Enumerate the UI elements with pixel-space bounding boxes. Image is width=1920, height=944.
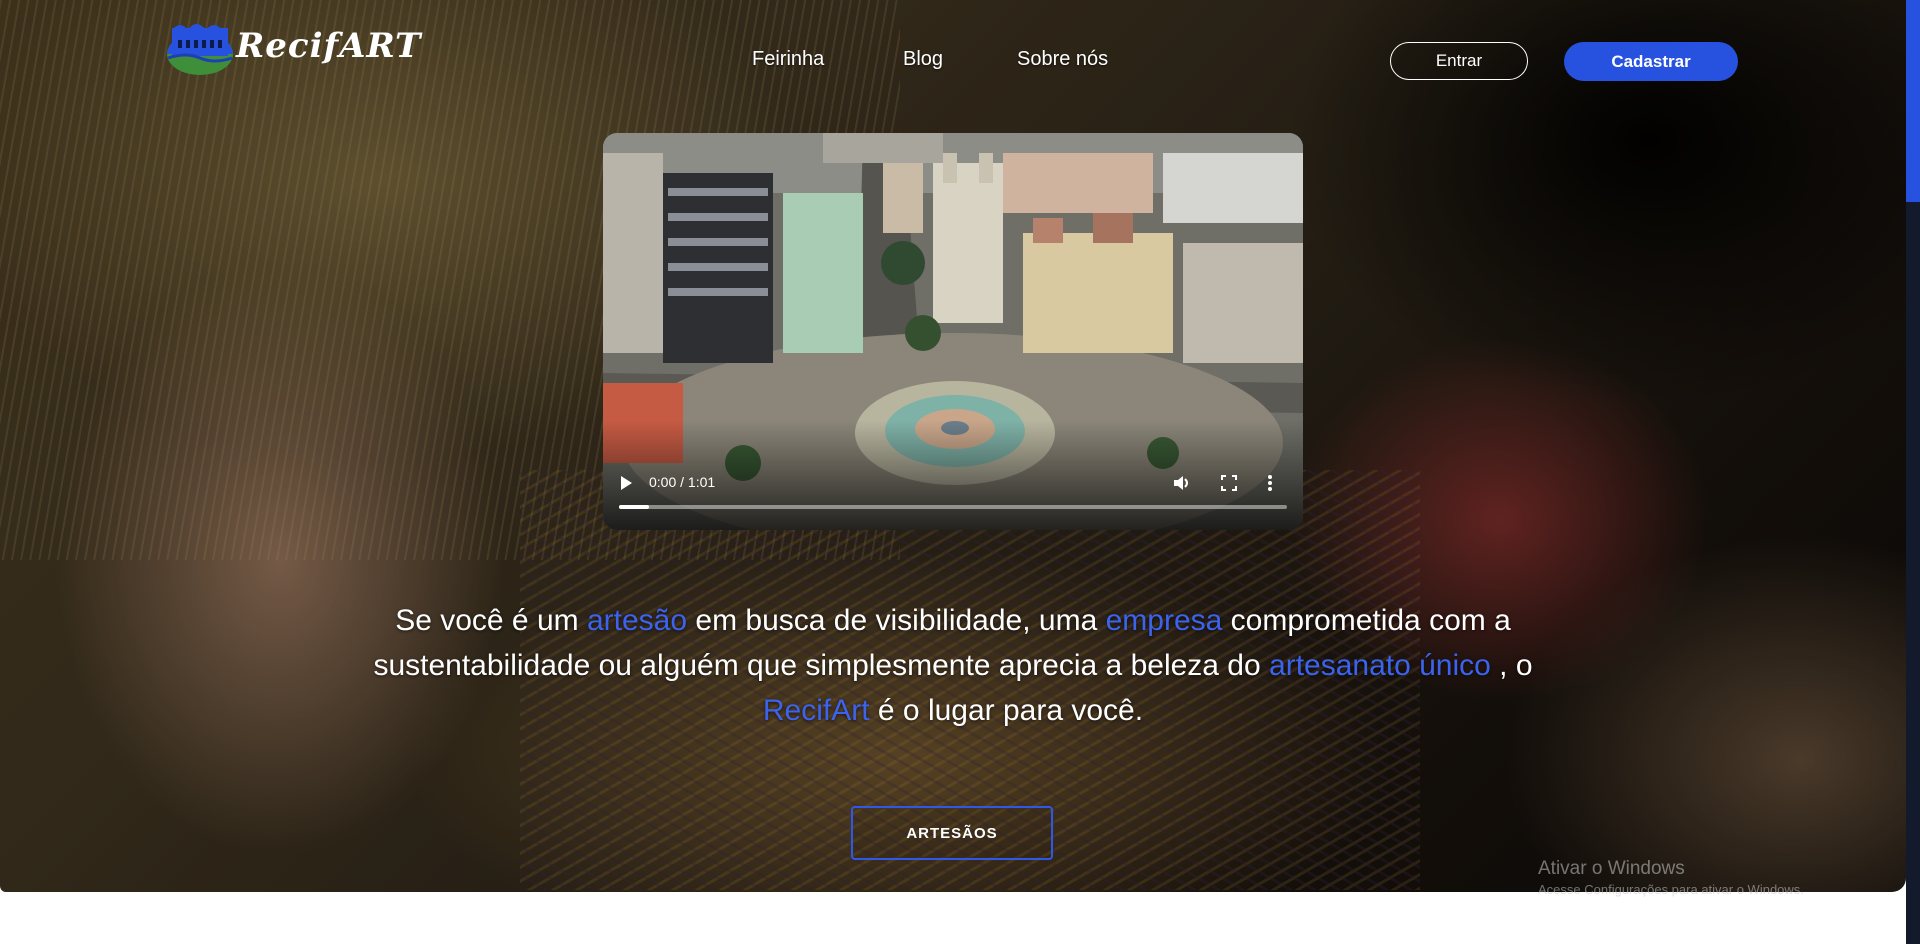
tagline-text: em busca de visibilidade, uma	[687, 604, 1106, 637]
tagline-text: é o lugar para você.	[869, 694, 1144, 727]
login-button[interactable]: Entrar	[1390, 42, 1528, 80]
more-options-icon[interactable]	[1267, 474, 1273, 495]
watermark-subtitle: Acesse Configurações para ativar o Windo…	[1538, 882, 1804, 897]
fullscreen-icon[interactable]	[1221, 475, 1237, 494]
windows-activation-watermark: Ativar o Windows Acesse Configurações pa…	[1538, 858, 1804, 897]
tagline-text: Se você é um	[395, 604, 587, 637]
nav-sobre-nos[interactable]: Sobre nós	[1017, 48, 1108, 71]
video-progress-bar[interactable]	[619, 505, 1287, 509]
video-player[interactable]: 0:00 / 1:01	[603, 133, 1303, 530]
watermark-title: Ativar o Windows	[1538, 858, 1685, 879]
tagline-highlight-artesao: artesão	[586, 604, 688, 637]
signup-button[interactable]: Cadastrar	[1564, 42, 1738, 81]
tagline-highlight-empresa: empresa	[1105, 604, 1223, 637]
nav-blog[interactable]: Blog	[903, 48, 943, 71]
volume-icon[interactable]	[1173, 474, 1191, 495]
tagline-highlight-artesanato: artesanato único	[1269, 649, 1491, 682]
recifart-logo-icon	[167, 24, 233, 75]
video-time: 0:00 / 1:01	[649, 474, 716, 490]
recifart-logo[interactable]: RecifART	[166, 18, 420, 76]
tagline-highlight-recifart: RecifArt	[762, 694, 870, 727]
artesaos-button[interactable]: ARTESÃOS	[851, 806, 1053, 860]
nav-feirinha[interactable]: Feirinha	[752, 48, 824, 71]
play-icon[interactable]	[619, 475, 633, 494]
video-progress-fill	[619, 505, 650, 509]
hero-tagline: Se você é um artesão em busca de visibil…	[360, 598, 1546, 733]
tagline-text: , o	[1490, 649, 1533, 682]
scrollbar-thumb[interactable]	[1906, 0, 1920, 202]
logo-text: RecifART	[236, 26, 422, 66]
